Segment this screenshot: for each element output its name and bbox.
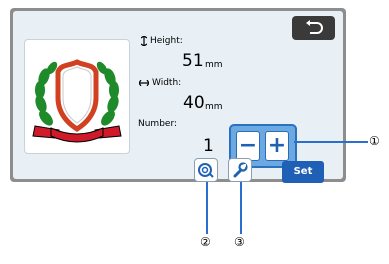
device-screen-frame: Height: 51 mm Width: 40 mm Number: 1 − + [10,8,346,182]
laurel-wreath-emblem-icon [32,59,122,143]
settings-button[interactable] [228,158,252,182]
width-label: Width: [152,78,182,88]
height-label: Height: [150,36,183,46]
width-value: 40 [183,93,205,113]
number-label: Number: [138,119,178,129]
callout-1: ① [369,134,380,148]
back-arrow-icon [306,20,323,34]
callout-2: ② [200,235,211,249]
height-unit: mm [205,60,223,70]
cutting-mode-button[interactable] [194,158,218,182]
width-arrow-icon [139,80,149,86]
settings-panel: Height: 51 mm Width: 40 mm Number: 1 − + [13,11,343,179]
cutting-mode-icon [198,163,214,178]
pattern-preview [25,40,129,153]
wrench-icon [233,162,248,178]
height-arrow-icon [141,36,147,46]
height-value: 51 [182,51,204,71]
set-button[interactable]: Set [282,161,324,183]
minus-button[interactable]: − [236,131,260,161]
plus-button[interactable]: + [265,131,289,161]
callout-line-2 [206,182,208,234]
number-value: 1 [203,136,214,156]
callout-3: ③ [234,235,245,249]
back-button[interactable] [292,16,335,40]
callout-line-1 [294,141,368,143]
callout-line-3 [240,182,242,234]
width-unit: mm [205,102,223,112]
